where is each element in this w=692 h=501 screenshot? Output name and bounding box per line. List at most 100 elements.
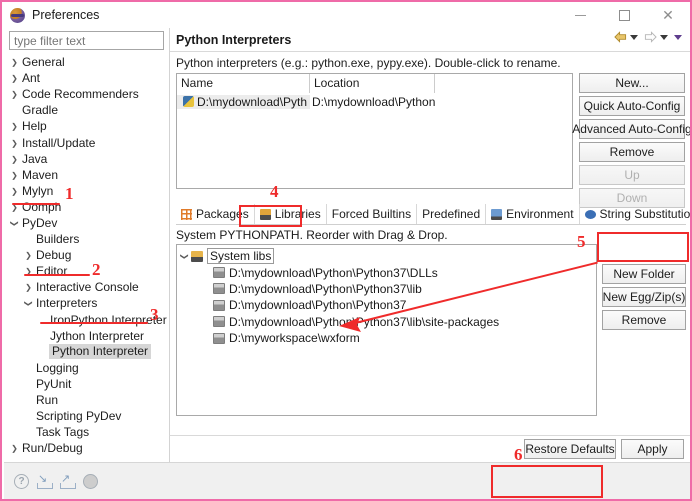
apply-button[interactable]: Apply (621, 439, 684, 459)
sidebar-item-run-debug[interactable]: Run/Debug (4, 440, 169, 456)
tab-predefined[interactable]: Predefined (417, 204, 487, 224)
chevron-right-icon[interactable] (8, 73, 21, 83)
sidebar-item-install-update[interactable]: Install/Update (4, 134, 169, 150)
back-arrow-icon[interactable] (614, 31, 627, 43)
close-button[interactable]: ✕ (646, 2, 690, 28)
sidebar-item-mylyn[interactable]: Mylyn (4, 183, 169, 199)
sidebar-item-editor[interactable]: Editor (4, 263, 169, 279)
sidebar-item-jython-interpreter[interactable]: Jython Interpreter (4, 328, 169, 344)
sidebar-item-maven[interactable]: Maven (4, 167, 169, 183)
sidebar-item-pydev[interactable]: PyDev (4, 215, 169, 231)
import-icon[interactable] (37, 472, 53, 489)
new-egg-zip-button[interactable]: New Egg/Zip(s) (602, 287, 686, 307)
cell-name-text: D:\mydownload\Pyth (197, 94, 308, 109)
help-icon[interactable]: ? (14, 474, 29, 489)
navigation-icons (614, 31, 685, 43)
minimize-button[interactable] (558, 2, 602, 28)
chevron-right-icon[interactable] (8, 186, 21, 196)
sidebar-item-interactive-console[interactable]: Interactive Console (4, 279, 169, 295)
tab-libraries[interactable]: Libraries (254, 204, 327, 224)
back-dropdown-icon[interactable] (630, 34, 638, 40)
apply-bar: Restore Defaults Apply (169, 435, 690, 462)
cell-name: D:\mydownload\Pyth (177, 94, 310, 109)
folder-icon (213, 267, 225, 279)
remove-interpreter-button[interactable]: Remove (579, 142, 685, 162)
sidebar-item-ironpython-interpreter[interactable]: IronPython Interpreter (4, 312, 169, 328)
column-header-name[interactable]: Name (177, 74, 310, 93)
title-bar: Preferences ✕ (2, 2, 690, 28)
column-header-location[interactable]: Location (310, 74, 435, 93)
tab-predefined-label: Predefined (422, 207, 481, 221)
sidebar-item-builders[interactable]: Builders (4, 231, 169, 247)
interpreters-table[interactable]: Name Location D:\mydownload\Pyth D:\mydo… (176, 73, 573, 189)
restore-defaults-button[interactable]: Restore Defaults (524, 439, 616, 459)
sidebar-item-label: Ant (22, 71, 41, 86)
chevron-right-icon[interactable] (8, 57, 21, 67)
sidebar-item-ant[interactable]: Ant (4, 70, 169, 86)
sidebar-item-interpreters[interactable]: Interpreters (4, 295, 169, 311)
chevron-right-icon[interactable] (8, 443, 21, 453)
tab-packages[interactable]: Packages (176, 204, 255, 224)
sidebar-item-general[interactable]: General (4, 54, 169, 70)
library-path-item[interactable]: D:\mydownload\Python\Python37\DLLs (177, 264, 596, 280)
library-path-item[interactable]: D:\mydownload\Python\Python37\lib\site-p… (177, 314, 596, 330)
table-row[interactable]: D:\mydownload\Pyth D:\mydownload\Python\… (177, 93, 572, 110)
sidebar-item-help[interactable]: Help (4, 118, 169, 134)
filter-input[interactable] (9, 31, 164, 50)
advanced-auto-config-button[interactable]: Advanced Auto-Config (572, 119, 690, 139)
sidebar-item-python-interpreter[interactable]: Python Interpreter (4, 344, 169, 360)
libraries-root-node[interactable]: System libs (177, 248, 596, 265)
column-header-blank[interactable] (435, 74, 572, 93)
maximize-button[interactable] (602, 2, 646, 28)
new-folder-button[interactable]: New Folder (602, 264, 686, 284)
library-path-item[interactable]: D:\mydownload\Python\Python37\lib (177, 281, 596, 297)
chevron-right-icon[interactable] (22, 250, 35, 260)
forward-arrow-icon[interactable] (644, 31, 657, 43)
sidebar-item-java[interactable]: Java (4, 151, 169, 167)
chevron-right-icon[interactable] (8, 138, 21, 148)
interpreter-detail-tabs: Packages Libraries Forced Builtins Prede… (176, 204, 690, 225)
libraries-tree[interactable]: System libs D:\mydownload\Python\Python3… (176, 244, 597, 416)
tab-forced-builtins[interactable]: Forced Builtins (327, 204, 418, 224)
circle-icon[interactable] (83, 474, 98, 489)
sidebar-item-debug[interactable]: Debug (4, 247, 169, 263)
chevron-right-icon[interactable] (22, 282, 35, 292)
chevron-right-icon[interactable] (8, 121, 21, 131)
export-icon[interactable] (60, 472, 76, 489)
library-path-label: D:\mydownload\Python\Python37 (229, 298, 407, 313)
preferences-sidebar: GeneralAntCode RecommendersGradleHelpIns… (4, 28, 169, 461)
chevron-down-icon[interactable] (177, 252, 191, 261)
chevron-right-icon[interactable] (8, 154, 21, 164)
chevron-right-icon[interactable] (8, 170, 21, 180)
chevron-right-icon[interactable] (8, 89, 21, 99)
remove-library-button[interactable]: Remove (602, 310, 686, 330)
sidebar-item-gradle[interactable]: Gradle (4, 102, 169, 118)
sidebar-item-label: Task Tags (36, 425, 90, 440)
sidebar-item-label: Oomph (22, 199, 62, 214)
library-path-item[interactable]: D:\myworkspace\wxform (177, 330, 596, 346)
preferences-tree[interactable]: GeneralAntCode RecommendersGradleHelpIns… (4, 54, 169, 459)
sidebar-item-team[interactable]: Team (4, 456, 169, 459)
library-path-item[interactable]: D:\mydownload\Python\Python37 (177, 297, 596, 313)
sidebar-item-run[interactable]: Run (4, 392, 169, 408)
sidebar-item-logging[interactable]: Logging (4, 360, 169, 376)
sidebar-item-scripting-pydev[interactable]: Scripting PyDev (4, 408, 169, 424)
chevron-down-icon[interactable] (8, 218, 21, 228)
quick-auto-config-button[interactable]: Quick Auto-Config (579, 96, 685, 116)
sidebar-item-label: General (22, 55, 65, 70)
chevron-right-icon[interactable] (8, 202, 21, 212)
packages-icon (181, 208, 192, 220)
sidebar-item-pyunit[interactable]: PyUnit (4, 376, 169, 392)
tab-packages-label: Packages (196, 207, 249, 221)
page-description: Python interpreters (e.g.: python.exe, p… (176, 56, 561, 70)
chevron-right-icon[interactable] (22, 266, 35, 276)
sidebar-item-oomph[interactable]: Oomph (4, 199, 169, 215)
sidebar-item-task-tags[interactable]: Task Tags (4, 424, 169, 440)
sidebar-item-code-recommenders[interactable]: Code Recommenders (4, 86, 169, 102)
view-menu-dropdown-icon[interactable] (674, 34, 682, 40)
tab-string-substitution-variables[interactable]: String Substitution Variables (580, 204, 690, 224)
new-button[interactable]: New... (579, 73, 685, 93)
chevron-down-icon[interactable] (22, 298, 35, 308)
forward-dropdown-icon[interactable] (660, 34, 668, 40)
tab-environment[interactable]: Environment (486, 204, 580, 224)
